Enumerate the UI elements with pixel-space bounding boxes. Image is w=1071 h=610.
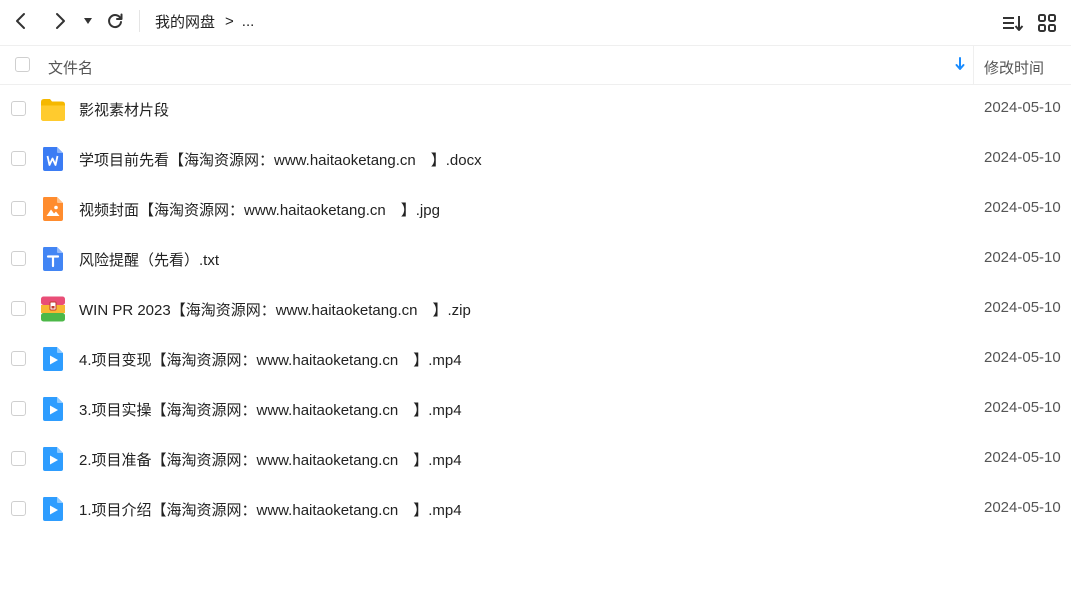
file-row[interactable]: WIN PR 2023【海淘资源网：www.haitaoketang.cn 】.…	[0, 284, 1071, 334]
history-dropdown-button[interactable]	[77, 8, 99, 34]
refresh-icon	[108, 13, 123, 29]
row-checkbox[interactable]	[11, 351, 26, 366]
row-checkbox[interactable]	[11, 451, 26, 466]
file-name[interactable]: WIN PR 2023【海淘资源网：www.haitaoketang.cn 】.…	[79, 299, 471, 320]
file-modified: 2024-05-10	[984, 499, 1061, 516]
file-name[interactable]: 学项目前先看【海淘资源网：www.haitaoketang.cn 】.docx	[79, 149, 482, 170]
column-header-modified[interactable]: 修改时间	[984, 57, 1044, 78]
file-row[interactable]: 4.项目变现【海淘资源网：www.haitaoketang.cn 】.mp4 2…	[0, 334, 1071, 384]
file-row[interactable]: 3.项目实操【海淘资源网：www.haitaoketang.cn 】.mp4 2…	[0, 384, 1071, 434]
file-modified: 2024-05-10	[984, 299, 1061, 316]
file-name[interactable]: 视频封面【海淘资源网：www.haitaoketang.cn 】.jpg	[79, 199, 440, 220]
file-row[interactable]: 风险提醒（先看）.txt 2024-05-10	[0, 234, 1071, 284]
video-file-icon	[43, 397, 63, 421]
file-modified: 2024-05-10	[984, 99, 1061, 116]
chevron-left-icon	[16, 13, 25, 29]
breadcrumb: 我的网盘 > ...	[155, 11, 254, 32]
row-checkbox[interactable]	[11, 301, 26, 316]
toolbar-divider	[139, 10, 140, 32]
file-name[interactable]: 风险提醒（先看）.txt	[79, 249, 219, 270]
caret-down-icon	[84, 18, 92, 24]
row-checkbox[interactable]	[11, 401, 26, 416]
image-file-icon	[43, 197, 63, 221]
file-row[interactable]: 视频封面【海淘资源网：www.haitaoketang.cn 】.jpg 202…	[0, 184, 1071, 234]
refresh-button[interactable]	[102, 8, 128, 34]
back-button[interactable]	[8, 8, 34, 34]
file-row[interactable]: 1.项目介绍【海淘资源网：www.haitaoketang.cn 】.mp4 2…	[0, 484, 1071, 534]
row-checkbox[interactable]	[11, 251, 26, 266]
file-modified: 2024-05-10	[984, 449, 1061, 466]
file-modified: 2024-05-10	[984, 199, 1061, 216]
file-list-header: 文件名 修改时间	[0, 45, 1071, 85]
video-file-icon	[43, 347, 63, 371]
file-name[interactable]: 4.项目变现【海淘资源网：www.haitaoketang.cn 】.mp4	[79, 349, 462, 370]
grid-view-button[interactable]	[1035, 11, 1059, 35]
select-all-checkbox[interactable]	[15, 57, 30, 72]
breadcrumb-root[interactable]: 我的网盘	[155, 11, 215, 32]
text-file-icon	[43, 247, 63, 271]
breadcrumb-separator: >	[225, 13, 234, 30]
toolbar: 我的网盘 > ...	[0, 0, 1071, 44]
chevron-right-icon	[56, 13, 65, 29]
file-modified: 2024-05-10	[984, 349, 1061, 366]
video-file-icon	[43, 497, 63, 521]
file-row[interactable]: 2.项目准备【海淘资源网：www.haitaoketang.cn 】.mp4 2…	[0, 434, 1071, 484]
file-name[interactable]: 影视素材片段	[79, 99, 169, 120]
file-name[interactable]: 2.项目准备【海淘资源网：www.haitaoketang.cn 】.mp4	[79, 449, 462, 470]
breadcrumb-more[interactable]: ...	[242, 13, 255, 30]
column-header-name[interactable]: 文件名	[48, 57, 93, 78]
grid-view-icon	[1038, 14, 1056, 32]
sort-down-arrow-icon[interactable]	[953, 56, 967, 72]
sort-button[interactable]	[1001, 11, 1025, 35]
file-row[interactable]: 学项目前先看【海淘资源网：www.haitaoketang.cn 】.docx …	[0, 134, 1071, 184]
sort-list-icon	[1003, 16, 1024, 31]
folder-icon	[41, 99, 65, 121]
forward-button[interactable]	[47, 8, 73, 34]
word-doc-icon	[43, 147, 63, 171]
row-checkbox[interactable]	[11, 501, 26, 516]
file-name[interactable]: 1.项目介绍【海淘资源网：www.haitaoketang.cn 】.mp4	[79, 499, 462, 520]
row-checkbox[interactable]	[11, 201, 26, 216]
video-file-icon	[43, 447, 63, 471]
file-row[interactable]: 影视素材片段 2024-05-10	[0, 84, 1071, 134]
row-checkbox[interactable]	[11, 151, 26, 166]
column-divider[interactable]	[973, 46, 974, 84]
row-checkbox[interactable]	[11, 101, 26, 116]
file-name[interactable]: 3.项目实操【海淘资源网：www.haitaoketang.cn 】.mp4	[79, 399, 462, 420]
file-modified: 2024-05-10	[984, 249, 1061, 266]
file-modified: 2024-05-10	[984, 399, 1061, 416]
zip-archive-icon	[41, 296, 65, 322]
file-modified: 2024-05-10	[984, 149, 1061, 166]
